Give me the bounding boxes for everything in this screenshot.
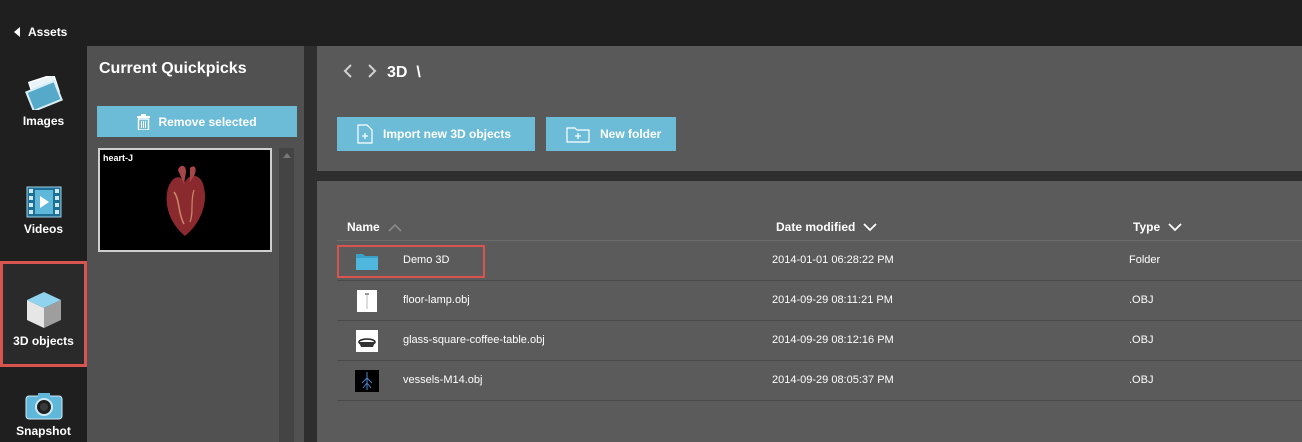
section-divider: [317, 171, 1302, 181]
browser-header: 3D \ Import new 3D objects New folder: [317, 46, 1302, 171]
row-name: Demo 3D: [403, 254, 450, 266]
row-type: .OBJ: [1129, 374, 1154, 386]
row-date: 2014-09-29 08:12:16 PM: [772, 334, 894, 346]
back-arrow-icon: [14, 27, 20, 37]
row-date: 2014-09-29 08:05:37 PM: [772, 374, 894, 386]
column-header-name[interactable]: Name: [347, 220, 402, 234]
nav-item-3d-objects[interactable]: 3D objects: [0, 261, 87, 367]
remove-selected-label: Remove selected: [158, 114, 257, 129]
top-bar: [87, 0, 1302, 46]
row-name: vessels-M14.obj: [403, 374, 483, 386]
column-name-label: Name: [347, 220, 380, 234]
nav-label-snapshot: Snapshot: [16, 424, 71, 438]
forward-chevron-icon[interactable]: [365, 64, 379, 78]
row-name: glass-square-coffee-table.obj: [403, 334, 545, 346]
table-thumbnail-icon: [356, 330, 378, 352]
left-navigation: Assets Images Videos 3D objects Snapshot: [0, 0, 87, 442]
row-type: .OBJ: [1129, 294, 1154, 306]
column-header-date[interactable]: Date modified: [776, 220, 877, 234]
nav-item-videos[interactable]: Videos: [0, 186, 87, 246]
table-row[interactable]: Demo 3D 2014-01-01 06:28:22 PM Folder: [337, 241, 1302, 281]
vessels-thumbnail-icon: [355, 370, 379, 392]
chevron-down-icon: [1168, 222, 1182, 231]
nav-item-images[interactable]: Images: [0, 76, 87, 136]
quickpicks-title: Current Quickpicks: [99, 60, 247, 77]
table-row[interactable]: floor-lamp.obj 2014-09-29 08:11:21 PM .O…: [337, 281, 1302, 321]
lamp-thumbnail-icon: [357, 290, 377, 312]
back-label: Assets: [28, 25, 68, 39]
column-header-type[interactable]: Type: [1133, 220, 1182, 234]
table-row[interactable]: vessels-M14.obj 2014-09-29 08:05:37 PM .…: [337, 361, 1302, 401]
nav-label-3d-objects: 3D objects: [13, 334, 74, 348]
quickpick-thumbnail[interactable]: heart-J: [98, 148, 272, 252]
row-name: floor-lamp.obj: [403, 294, 470, 306]
quickpick-label: heart-J: [103, 153, 134, 163]
nav-item-snapshot[interactable]: Snapshot: [0, 392, 87, 442]
sort-up-icon: [388, 223, 402, 232]
row-type: .OBJ: [1129, 334, 1154, 346]
scroll-up-icon[interactable]: [283, 153, 291, 158]
new-folder-button[interactable]: New folder: [546, 117, 676, 151]
back-chevron-icon[interactable]: [341, 64, 355, 78]
panel-gap: [304, 46, 317, 442]
images-icon: [24, 76, 63, 110]
nav-label-videos: Videos: [23, 222, 64, 236]
trash-icon: [137, 113, 151, 130]
file-list: Name Date modified Type Demo 3D 2014-01-…: [317, 181, 1302, 442]
import-file-icon: [357, 124, 373, 144]
heart-model-icon: [166, 165, 206, 236]
breadcrumb[interactable]: 3D \: [387, 64, 421, 82]
quickpicks-scrollbar[interactable]: [279, 148, 294, 442]
chevron-down-icon: [863, 222, 877, 231]
column-date-label: Date modified: [776, 220, 856, 234]
table-row[interactable]: glass-square-coffee-table.obj 2014-09-29…: [337, 321, 1302, 361]
import-3d-objects-button[interactable]: Import new 3D objects: [337, 117, 535, 151]
camera-icon: [25, 393, 62, 420]
import-label: Import new 3D objects: [383, 127, 512, 141]
new-folder-label: New folder: [600, 127, 662, 141]
row-type: Folder: [1129, 254, 1161, 266]
quickpicks-panel: Current Quickpicks Remove selected heart…: [87, 46, 304, 442]
cube-icon: [26, 292, 61, 328]
row-date: 2014-01-01 06:28:22 PM: [772, 254, 894, 266]
new-folder-icon: [566, 127, 590, 143]
history-navigation: [341, 64, 379, 78]
nav-label-images: Images: [22, 114, 65, 128]
remove-selected-button[interactable]: Remove selected: [97, 106, 297, 137]
row-date: 2014-09-29 08:11:21 PM: [772, 294, 893, 306]
videos-icon: [26, 186, 61, 218]
back-to-assets-link[interactable]: Assets: [14, 24, 67, 40]
column-type-label: Type: [1133, 220, 1161, 234]
folder-icon: [356, 254, 378, 270]
